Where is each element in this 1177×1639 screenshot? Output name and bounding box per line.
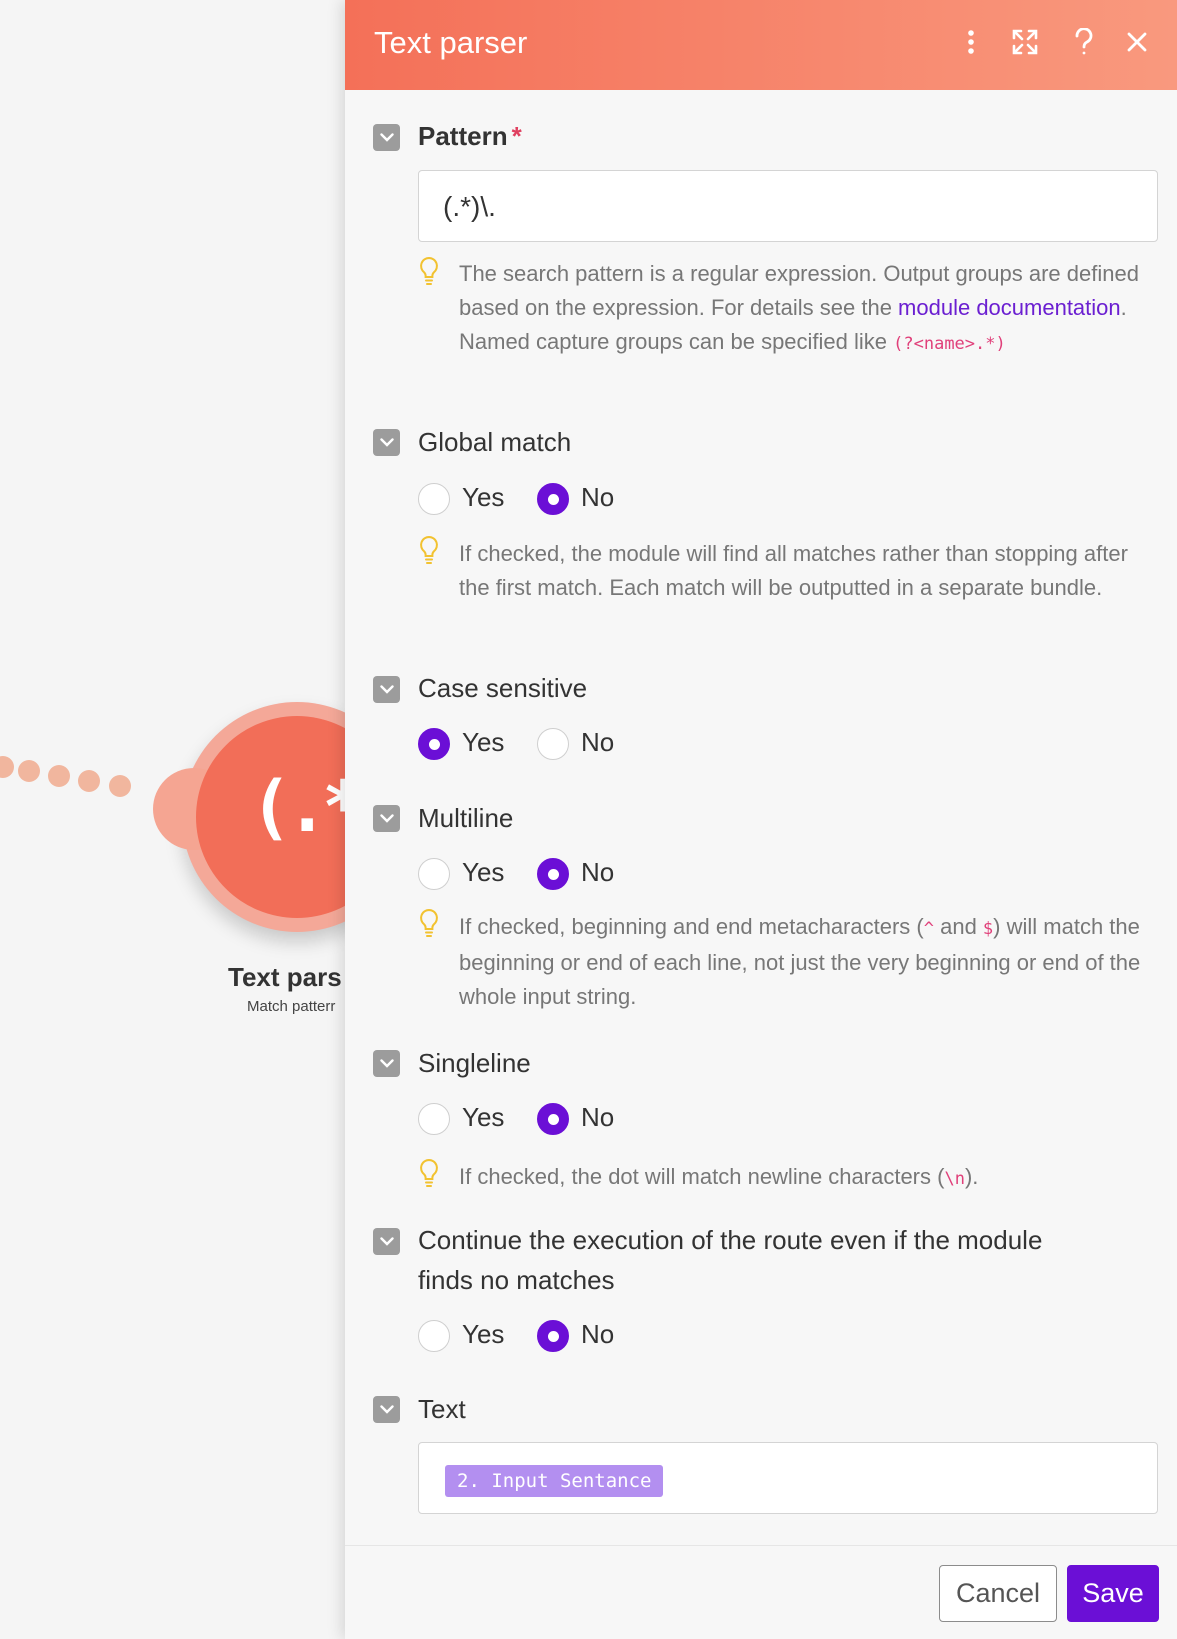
text-input[interactable]: 2. Input Sentance [418,1442,1158,1514]
connection-dot [0,756,14,778]
singleline-label: Singleline [418,1048,531,1078]
pattern-value: (.*)\. [443,191,496,222]
multiline-no-label[interactable]: No [581,857,614,888]
continue-execution-no-label[interactable]: No [581,1319,614,1350]
singleline-hint-text-end: ). [964,1164,979,1189]
global-match-label: Global match [418,427,572,457]
caret-code: ^ [923,919,934,939]
panel-header: Text parser [345,0,1177,90]
case-sensitive-no-radio[interactable] [537,728,569,760]
footer-divider [345,1545,1177,1546]
multiline-collapse-toggle[interactable] [373,805,400,832]
multiline-label: Multiline [418,803,514,833]
text-label: Text [418,1394,466,1424]
singleline-no-label[interactable]: No [581,1102,614,1133]
pattern-hint-named-groups: Named capture groups can be specified li… [459,329,894,354]
singleline-yes-label[interactable]: Yes [462,1102,504,1133]
lightbulb-icon [420,908,438,937]
global-match-yes-label[interactable]: Yes [462,482,504,513]
save-button[interactable]: Save [1067,1565,1159,1622]
pattern-hint: The search pattern is a regular expressi… [459,257,1159,361]
connection-dot [48,765,70,787]
named-group-code: (?<name>.*) [893,334,1006,354]
lightbulb-icon [420,256,438,285]
more-vertical-icon[interactable] [951,22,991,62]
module-documentation-link[interactable]: module documentation [898,295,1121,320]
pattern-label-text: Pattern [418,121,508,151]
singleline-collapse-toggle[interactable] [373,1050,400,1077]
global-match-no-radio[interactable] [537,483,569,515]
close-icon[interactable] [1117,22,1157,62]
panel-title: Text parser [374,25,528,60]
pattern-input[interactable]: (.*)\. [418,170,1158,242]
multiline-hint: If checked, beginning and end metacharac… [459,910,1159,1014]
scenario-canvas[interactable]: (.*) Text pars Match patterr [0,0,345,1639]
module-settings-panel: Text parser Pattern * (.*)\. The search … [345,0,1177,1639]
global-match-yes-radio[interactable] [418,483,450,515]
pattern-hint-text-end: . [1120,295,1127,320]
case-sensitive-collapse-toggle[interactable] [373,676,400,703]
continue-execution-collapse-toggle[interactable] [373,1228,400,1255]
connection-dot [78,770,100,792]
cancel-button[interactable]: Cancel [939,1565,1057,1622]
singleline-no-radio[interactable] [537,1103,569,1135]
singleline-hint: If checked, the dot will match newline c… [459,1160,1159,1196]
continue-execution-label: Continue the execution of the route even… [418,1220,1042,1300]
multiline-yes-radio[interactable] [418,858,450,890]
case-sensitive-yes-radio[interactable] [418,728,450,760]
singleline-yes-radio[interactable] [418,1103,450,1135]
continue-execution-label-line2: finds no matches [418,1265,615,1295]
continue-execution-label-line1: Continue the execution of the route even… [418,1225,1043,1255]
multiline-yes-label[interactable]: Yes [462,857,504,888]
module-node-subtitle: Match patterr [247,998,336,1015]
case-sensitive-no-label[interactable]: No [581,727,614,758]
continue-execution-yes-label[interactable]: Yes [462,1319,504,1350]
mapped-variable-pill[interactable]: 2. Input Sentance [445,1465,664,1497]
dollar-code: $ [982,919,994,939]
multiline-hint-and: and [933,914,983,939]
pattern-collapse-toggle[interactable] [373,124,400,151]
singleline-hint-text: If checked, the dot will match newline c… [459,1164,945,1189]
required-mark: * [511,121,522,151]
continue-execution-yes-radio[interactable] [418,1320,450,1352]
multiline-no-radio[interactable] [537,858,569,890]
pattern-label: Pattern * [418,121,522,152]
global-match-no-label[interactable]: No [581,482,614,513]
module-node-title: Text pars [228,962,342,992]
help-icon[interactable] [1064,22,1104,62]
text-collapse-toggle[interactable] [373,1396,400,1423]
continue-execution-no-radio[interactable] [537,1320,569,1352]
connection-dot [18,760,40,782]
global-match-hint: If checked, the module will find all mat… [459,541,1128,600]
regex-icon: (.*) [250,766,345,848]
expand-icon[interactable] [1005,22,1045,62]
global-match-collapse-toggle[interactable] [373,429,400,456]
newline-code: \n [944,1169,965,1189]
connection-dot [109,775,131,797]
case-sensitive-yes-label[interactable]: Yes [462,727,504,758]
lightbulb-icon [420,1158,438,1187]
multiline-hint-text: If checked, beginning and end metacharac… [459,914,924,939]
lightbulb-icon [420,535,438,564]
case-sensitive-label: Case sensitive [418,673,588,703]
